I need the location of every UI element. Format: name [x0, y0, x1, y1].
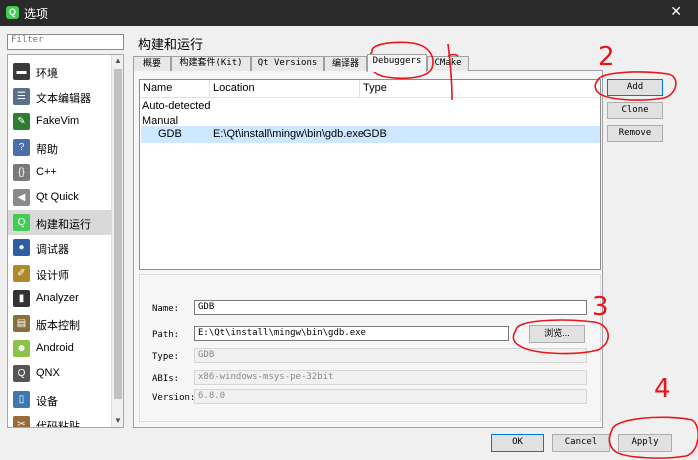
debuggers-tree: Name Location Type Auto-detected Manual … — [139, 79, 601, 270]
build-run-icon: Q — [13, 214, 30, 232]
debugger-icon: ● — [13, 239, 30, 257]
sidebar-item-android[interactable]: ☻ Android — [8, 336, 112, 361]
sidebar-item-label: 构建和运行 — [36, 219, 91, 232]
sidebar-item-label: FakeVim — [36, 115, 80, 128]
debugger-location-cell: E:\Qt\install\mingw\bin\gdb.exe — [213, 128, 365, 140]
sidebar-item-debugger[interactable]: ● 调试器 — [8, 235, 112, 260]
filter-input[interactable]: Filter — [7, 34, 124, 50]
column-type[interactable]: Type — [360, 80, 602, 98]
qt-quick-icon: ◀ — [13, 189, 30, 206]
sidebar-item-version-control[interactable]: ▤ 版本控制 — [8, 311, 112, 336]
version-label: Version: — [152, 393, 196, 403]
column-location[interactable]: Location — [210, 80, 360, 98]
group-auto-detected[interactable]: Auto-detected — [142, 100, 211, 112]
device-icon: ▯ — [13, 390, 30, 408]
remove-button[interactable]: Remove — [607, 125, 663, 142]
qnx-icon: Q — [13, 365, 30, 383]
text-editor-icon: ☰ — [13, 88, 30, 106]
browse-button[interactable]: 浏览... — [529, 325, 585, 343]
tree-header: Name Location Type — [140, 80, 600, 98]
annotation-number-2: 2 — [598, 42, 615, 72]
cpp-icon: {} — [13, 163, 30, 181]
tab-debuggers[interactable]: Debuggers — [367, 54, 427, 72]
abis-label: ABIs: — [152, 374, 180, 384]
sidebar-scrollbar[interactable]: ▲ ▼ — [111, 55, 123, 427]
sidebar-item-designer[interactable]: ✐ 设计师 — [8, 261, 112, 286]
cancel-button[interactable]: Cancel — [552, 434, 610, 452]
path-label: Path: — [152, 330, 180, 340]
android-icon: ☻ — [13, 340, 30, 358]
debugger-type-cell: GDB — [363, 128, 387, 140]
tab-kits[interactable]: 构建套件(Kit) — [171, 56, 251, 71]
sidebar-item-text-editor[interactable]: ☰ 文本编辑器 — [8, 84, 112, 109]
sidebar-item-build-run[interactable]: Q 构建和运行 — [8, 210, 112, 236]
scroll-down-icon[interactable]: ▼ — [112, 415, 123, 427]
monitor-icon: ▬ — [13, 63, 30, 80]
sidebar-item-help[interactable]: ? 帮助 — [8, 135, 112, 160]
type-label: Type: — [152, 352, 180, 362]
sidebar-item-label: Android — [36, 342, 74, 355]
close-icon[interactable]: ✕ — [670, 3, 682, 20]
path-field[interactable]: E:\Qt\install\mingw\bin\gdb.exe — [194, 326, 509, 341]
type-field: GDB — [194, 348, 587, 363]
scroll-up-icon[interactable]: ▲ — [112, 55, 123, 67]
sidebar-item-label: 调试器 — [36, 244, 69, 257]
sidebar-item-code-paste[interactable]: ✂ 代码粘贴 — [8, 412, 112, 428]
sidebar-item-label: 环境 — [36, 68, 58, 80]
sidebar-item-qt-quick[interactable]: ◀ Qt Quick — [8, 185, 112, 210]
sidebar-item-label: 文本编辑器 — [36, 93, 91, 106]
tab-compilers[interactable]: 编译器 — [324, 56, 367, 71]
annotation-number-3: 3 — [592, 292, 609, 322]
sidebar-item-label: C++ — [36, 165, 57, 178]
sidebar-item-label: 版本控制 — [36, 320, 80, 332]
sidebar-item-cpp[interactable]: {} C++ — [8, 160, 112, 185]
category-sidebar: ▲ ▼ ▬ 环境 ☰ 文本编辑器 ✎ FakeVim? 帮助{} C++ ◀ Qt Quick Q 构… — [7, 54, 124, 428]
fakevim-icon: ✎ — [13, 113, 30, 131]
designer-icon: ✐ — [13, 264, 30, 282]
version-field: 6.8.0 — [194, 389, 587, 404]
help-icon: ? — [13, 138, 30, 156]
sidebar-item-label: QNX — [36, 367, 60, 380]
sidebar-item-label: 帮助 — [36, 143, 58, 156]
sidebar-item-qnx[interactable]: Q QNX — [8, 361, 112, 386]
sidebar-item-fakevim[interactable]: ✎ FakeVim — [8, 109, 112, 134]
annotation-number-4: 4 — [654, 374, 671, 404]
add-button[interactable]: Add — [607, 79, 663, 96]
sidebar-item-label: Analyzer — [36, 291, 79, 304]
ok-button[interactable]: OK — [491, 434, 544, 452]
sidebar-item-label: Qt Quick — [36, 191, 79, 203]
sidebar-item-label: 代码粘贴 — [36, 420, 80, 428]
sidebar-item-monitor[interactable]: ▬ 环境 — [8, 59, 112, 84]
window-title: 选项 — [24, 7, 49, 21]
tab-cmake[interactable]: CMake — [427, 56, 469, 71]
name-label: Name: — [152, 304, 180, 314]
qt-app-icon: Q — [6, 6, 19, 19]
clone-button[interactable]: Clone — [607, 102, 663, 119]
abis-field: x86-windows-msys-pe-32bit — [194, 370, 587, 385]
apply-button[interactable]: Apply — [618, 434, 672, 452]
scrollbar-thumb[interactable] — [114, 69, 122, 399]
code-paste-icon: ✂ — [13, 415, 30, 427]
sidebar-item-label: 设计师 — [36, 269, 69, 282]
sidebar-item-device[interactable]: ▯ 设备 — [8, 387, 112, 412]
name-field[interactable]: GDB — [194, 300, 587, 315]
column-name[interactable]: Name — [140, 80, 210, 98]
title-bar: Q 选项 ✕ — [0, 0, 698, 26]
sidebar-item-label: 设备 — [36, 395, 58, 408]
tab-overview[interactable]: 概要 — [133, 56, 171, 71]
sidebar-item-analyzer[interactable]: ▮ Analyzer — [8, 286, 112, 311]
debugger-name-cell: GDB — [158, 128, 182, 140]
page-title: 构建和运行 — [138, 37, 204, 52]
analyzer-icon: ▮ — [13, 289, 30, 307]
tab-qt-versions[interactable]: Qt Versions — [251, 56, 324, 71]
version-control-icon: ▤ — [13, 315, 30, 332]
